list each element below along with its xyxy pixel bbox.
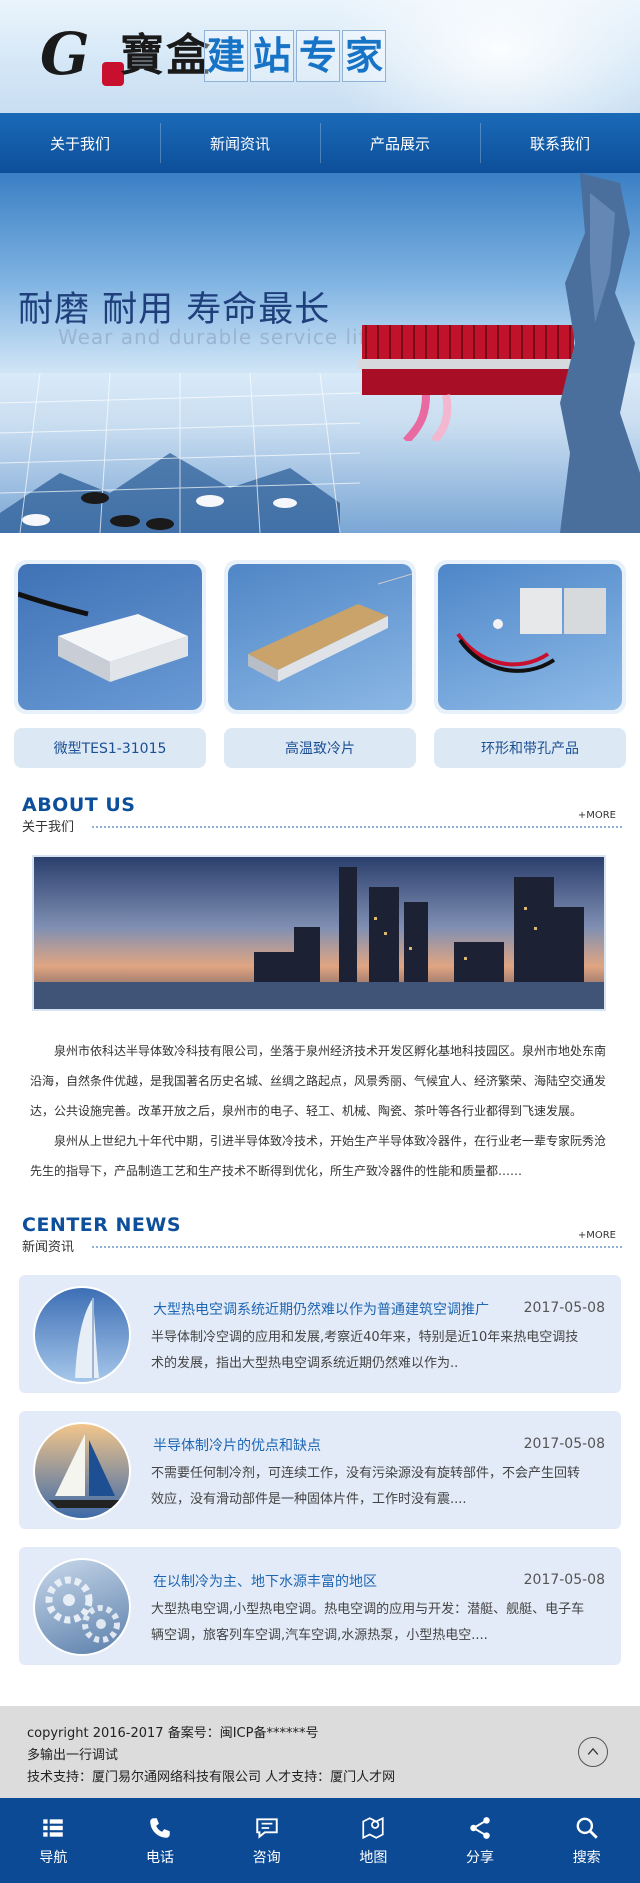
rock-cliff-graphic [560,173,640,533]
news-card[interactable]: 半导体制冷片的优点和缺点 2017-05-08 不需要任何制冷剂，可连续工作，没… [19,1411,621,1529]
tab-navigation[interactable]: 导航 [0,1798,107,1883]
title-divider [92,1246,622,1248]
news-summary: 半导体制冷空调的应用和发展,考察近40年来，特别是近10年来热电空调技术的发展，… [151,1330,579,1371]
news-date: 2017-05-08 [523,1572,605,1588]
slogan-char: 家 [342,30,386,82]
phone-icon [150,1817,170,1838]
share-icon [470,1816,490,1839]
tab-label: 导航 [39,1849,68,1866]
main-nav: 关于我们 新闻资讯 产品展示 联系我们 [0,113,640,173]
about-title-en: ABOUT US [22,794,136,816]
city-skyline-graphic [34,857,604,1009]
news-card[interactable]: 大型热电空调系统近期仍然难以作为普通建筑空调推广 2017-05-08 半导体制… [19,1275,621,1393]
tec-module-graphic [18,591,188,682]
news-date: 2017-05-08 [523,1300,605,1316]
about-paragraph-2: 泉州从上世纪九十年代中期，引进半导体致冷技术，开始生产半导体致冷器件，在行业老一… [30,1134,607,1178]
tower-graphic [75,1298,99,1378]
gears-graphic [45,1576,120,1643]
news-thumbnail [33,1286,131,1384]
menu-icon [43,1818,64,1837]
news-title-cn: 新闻资讯 [22,1240,75,1255]
product-image-high-temp[interactable] [228,564,412,710]
news-title-en: CENTER NEWS [22,1214,182,1236]
product-card[interactable] [14,560,206,714]
nav-item-about[interactable]: 关于我们 [0,113,160,173]
tab-label: 电话 [146,1849,174,1866]
logo-g-mark: G [40,20,90,88]
sailboat-graphic [49,1434,121,1508]
product-image-tes1[interactable] [18,564,202,710]
about-more-link[interactable]: +MORE [578,810,616,821]
nav-item-news[interactable]: 新闻资讯 [160,113,320,173]
tab-label: 搜索 [572,1849,601,1866]
product-label-ring[interactable]: 环形和带孔产品 [434,728,626,768]
banner-subline: Wear and durable service life [58,325,380,349]
product-card[interactable] [434,560,626,714]
site-footer: copyright 2016-2017 备案号：闽ICP备******号 多输出… [0,1706,640,1798]
footer-tech-support: 技术支持：厦门易尔通网络科技有限公司 人才支持：厦门人才网 [27,1770,396,1785]
product-label-high-temp[interactable]: 高温致冷片 [224,728,416,768]
slogan-char: 专 [296,30,340,82]
tab-map[interactable]: 地图 [320,1798,427,1883]
news-section-title: CENTER NEWS 新闻资讯 +MORE [22,1214,622,1255]
about-section-title: ABOUT US 关于我们 +MORE [22,794,622,835]
tab-share[interactable]: 分享 [427,1798,534,1883]
nav-item-contact[interactable]: 联系我们 [480,113,640,173]
news-more-link[interactable]: +MORE [578,1230,616,1241]
news-summary: 大型热电空调,小型热电空调。热电空调的应用与开发：潜艇、舰艇、电子车辆空调，旅客… [151,1602,585,1643]
chat-icon [255,1817,278,1839]
tec-module-graphic [248,573,412,682]
chevron-up-icon [587,1747,599,1755]
about-text: 泉州市依科达半导体致冷科技有限公司，坐落于泉州经济技术开发区孵化基地科技园区。泉… [30,1036,612,1186]
tec-module-graphic [456,588,606,673]
about-paragraph-1: 泉州市依科达半导体致冷科技有限公司，坐落于泉州经济技术开发区孵化基地科技园区。泉… [30,1044,607,1118]
site-header: G 寶盒 建 站 专 家 [0,0,640,113]
news-title[interactable]: 大型热电空调系统近期仍然难以作为普通建筑空调推广 [153,1299,493,1319]
news-title[interactable]: 在以制冷为主、地下水源丰富的地区 [153,1571,493,1591]
about-title-cn: 关于我们 [22,820,75,835]
news-date: 2017-05-08 [523,1436,605,1452]
peltier-module-graphic [358,325,578,441]
nav-item-products[interactable]: 产品展示 [320,113,480,173]
product-showcase: 微型TES1-31015 高温致冷片 环形和带孔产品 [14,560,626,770]
tab-label: 咨询 [252,1849,281,1866]
title-divider [92,826,622,828]
slogan-char: 站 [250,30,294,82]
news-thumbnail [33,1422,131,1520]
news-summary: 不需要任何制冷剂，可连续工作，没有污染源没有旋转部件，不会产生回转效应，没有滑动… [151,1466,581,1507]
product-label-tes1[interactable]: 微型TES1-31015 [14,728,206,768]
footer-debug-line: 多输出一行调试 [27,1748,119,1763]
tab-label: 分享 [466,1849,495,1866]
hero-banner[interactable]: 耐磨 耐用 寿命最长 Wear and durable service life [0,173,640,533]
product-card[interactable] [224,560,416,714]
news-title[interactable]: 半导体制冷片的优点和缺点 [153,1435,493,1455]
logo-slogan: 建 站 专 家 [204,30,388,82]
tab-label: 地图 [359,1849,388,1866]
footer-copyright: copyright 2016-2017 备案号：闽ICP备******号 [27,1726,319,1741]
bottom-tab-bar: 导航 电话 咨询 地图 分享 搜索 [0,1798,640,1883]
product-image-ring[interactable] [438,564,622,710]
tab-consult[interactable]: 咨询 [213,1798,320,1883]
news-thumbnail [33,1558,131,1656]
about-image [32,855,606,1011]
news-card[interactable]: 在以制冷为主、地下水源丰富的地区 2017-05-08 大型热电空调,小型热电空… [19,1547,621,1665]
slogan-char: 建 [204,30,248,82]
tab-phone[interactable]: 电话 [107,1798,214,1883]
site-logo[interactable]: G 寶盒 建 站 专 家 [40,22,420,92]
search-icon [576,1817,598,1839]
map-icon [362,1816,384,1839]
tab-search[interactable]: 搜索 [533,1798,640,1883]
back-to-top-button[interactable] [578,1737,608,1767]
logo-brand-text: 寶盒 [120,30,212,81]
